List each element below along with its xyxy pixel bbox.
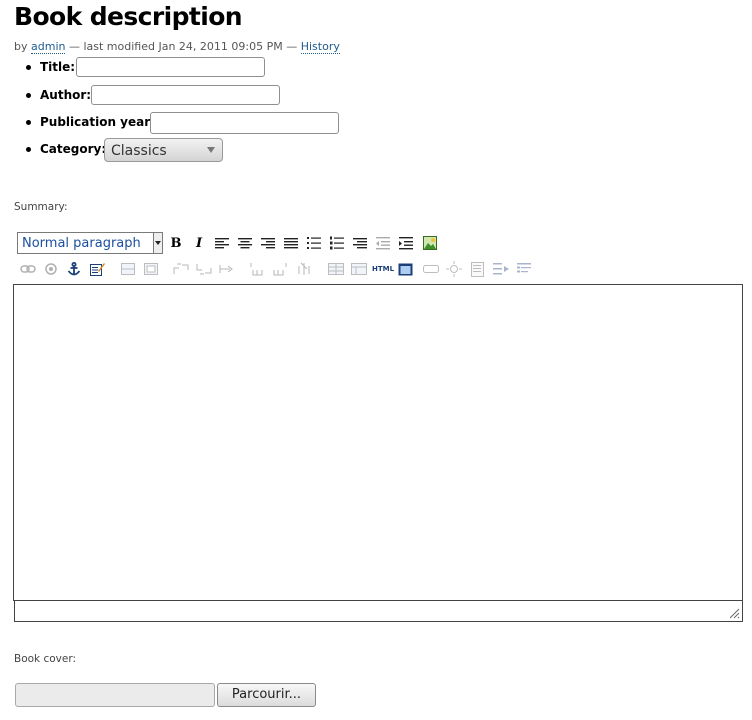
table-icon bbox=[121, 263, 135, 275]
align-left-icon bbox=[215, 238, 229, 249]
list-settings-icon bbox=[517, 263, 531, 273]
page-button[interactable] bbox=[469, 261, 485, 277]
insert-below-button[interactable] bbox=[493, 261, 509, 277]
byline-prefix: by bbox=[14, 40, 28, 53]
edit-properties-button[interactable] bbox=[89, 261, 105, 277]
author-link[interactable]: admin bbox=[31, 40, 66, 54]
format-select[interactable]: Normal paragraph bbox=[17, 232, 163, 254]
author-input[interactable] bbox=[91, 85, 280, 105]
bullet-icon bbox=[26, 120, 31, 125]
align-center-icon bbox=[238, 238, 252, 249]
unlink-icon bbox=[45, 263, 57, 275]
resize-handle-icon[interactable] bbox=[728, 607, 740, 619]
fullscreen-button[interactable] bbox=[397, 261, 413, 277]
bullet-list-button[interactable] bbox=[306, 235, 322, 251]
insert-table-button[interactable] bbox=[120, 261, 136, 277]
row-before-button[interactable] bbox=[173, 261, 189, 277]
bullet-icon bbox=[26, 65, 31, 70]
definition-list-button[interactable] bbox=[352, 235, 368, 251]
title-label: Title: bbox=[40, 60, 76, 74]
history-link[interactable]: History bbox=[300, 40, 340, 54]
fullscreen-icon bbox=[398, 263, 412, 275]
table-properties-icon bbox=[144, 263, 158, 275]
editor-statusbar bbox=[14, 601, 743, 622]
bullet-list-icon bbox=[307, 237, 321, 249]
anchor-icon bbox=[67, 262, 81, 276]
col-after-icon bbox=[273, 263, 287, 276]
merge-cells-icon bbox=[328, 263, 344, 275]
split-cells-button[interactable] bbox=[351, 261, 367, 277]
html-source-button[interactable]: HTML bbox=[372, 261, 394, 277]
col-before-icon bbox=[250, 263, 263, 276]
numbered-list-icon bbox=[330, 236, 344, 250]
byline: by admin — last modified Jan 24, 2011 09… bbox=[14, 40, 340, 54]
delete-row-icon bbox=[219, 265, 233, 273]
row-after-icon bbox=[196, 264, 212, 275]
align-justify-button[interactable] bbox=[283, 235, 299, 251]
bullet-icon bbox=[26, 147, 31, 152]
format-value: Normal paragraph bbox=[22, 236, 141, 251]
category-select[interactable]: Classics bbox=[104, 138, 223, 162]
numbered-list-button[interactable] bbox=[329, 235, 345, 251]
delete-col-button[interactable] bbox=[296, 261, 312, 277]
year-label: Publication year: bbox=[40, 115, 155, 129]
page-title: Book description bbox=[14, 2, 243, 31]
browse-button[interactable]: Parcourir... bbox=[217, 683, 316, 707]
col-after-button[interactable] bbox=[272, 261, 288, 277]
col-before-button[interactable] bbox=[249, 261, 265, 277]
edit-properties-icon bbox=[89, 263, 105, 276]
unlink-button[interactable] bbox=[43, 261, 59, 277]
split-cells-icon bbox=[351, 263, 367, 275]
chevron-down-icon bbox=[207, 147, 215, 153]
summary-label: Summary: bbox=[14, 201, 68, 213]
toggle-button[interactable] bbox=[446, 261, 462, 277]
book-cover-label: Book cover: bbox=[14, 653, 77, 665]
row-before-icon bbox=[173, 263, 189, 274]
anchor-button[interactable] bbox=[66, 261, 82, 277]
delete-col-icon bbox=[298, 262, 310, 275]
modified-text: — last modified Jan 24, 2011 09:05 PM — bbox=[68, 40, 298, 53]
align-justify-icon bbox=[284, 238, 298, 249]
field-icon bbox=[423, 265, 439, 273]
bold-icon: B bbox=[170, 235, 182, 251]
delete-row-button[interactable] bbox=[219, 261, 235, 277]
publication-year-input[interactable] bbox=[150, 112, 339, 134]
book-cover-file-input[interactable] bbox=[15, 683, 215, 707]
field-button[interactable] bbox=[423, 261, 439, 277]
author-label: Author: bbox=[40, 88, 92, 102]
summary-editor[interactable] bbox=[13, 284, 743, 601]
list-settings-button[interactable] bbox=[516, 261, 532, 277]
outdent-icon bbox=[376, 236, 390, 249]
align-right-button[interactable] bbox=[260, 235, 276, 251]
image-icon bbox=[423, 236, 437, 250]
bold-button[interactable]: B bbox=[168, 235, 184, 251]
insert-image-button[interactable] bbox=[422, 235, 438, 251]
category-label: Category: bbox=[40, 142, 107, 156]
align-right-icon bbox=[261, 238, 275, 249]
indent-icon bbox=[399, 236, 413, 249]
page-icon bbox=[470, 261, 484, 277]
title-input[interactable] bbox=[76, 57, 265, 77]
outdent-button[interactable] bbox=[375, 235, 391, 251]
bullet-icon bbox=[26, 93, 31, 98]
html-icon: HTML bbox=[371, 265, 395, 273]
table-properties-button[interactable] bbox=[143, 261, 159, 277]
italic-icon: I bbox=[195, 235, 203, 251]
link-icon bbox=[20, 265, 36, 273]
merge-cells-button[interactable] bbox=[328, 261, 344, 277]
italic-button[interactable]: I bbox=[191, 235, 207, 251]
sun-icon bbox=[446, 261, 462, 277]
dropdown-arrow-icon bbox=[153, 233, 162, 253]
definition-list-icon bbox=[353, 238, 367, 249]
align-center-button[interactable] bbox=[237, 235, 253, 251]
align-left-button[interactable] bbox=[214, 235, 230, 251]
row-after-button[interactable] bbox=[196, 261, 212, 277]
indent-button[interactable] bbox=[398, 235, 414, 251]
insert-below-icon bbox=[493, 263, 509, 275]
link-button[interactable] bbox=[20, 261, 36, 277]
category-value: Classics bbox=[111, 143, 167, 159]
